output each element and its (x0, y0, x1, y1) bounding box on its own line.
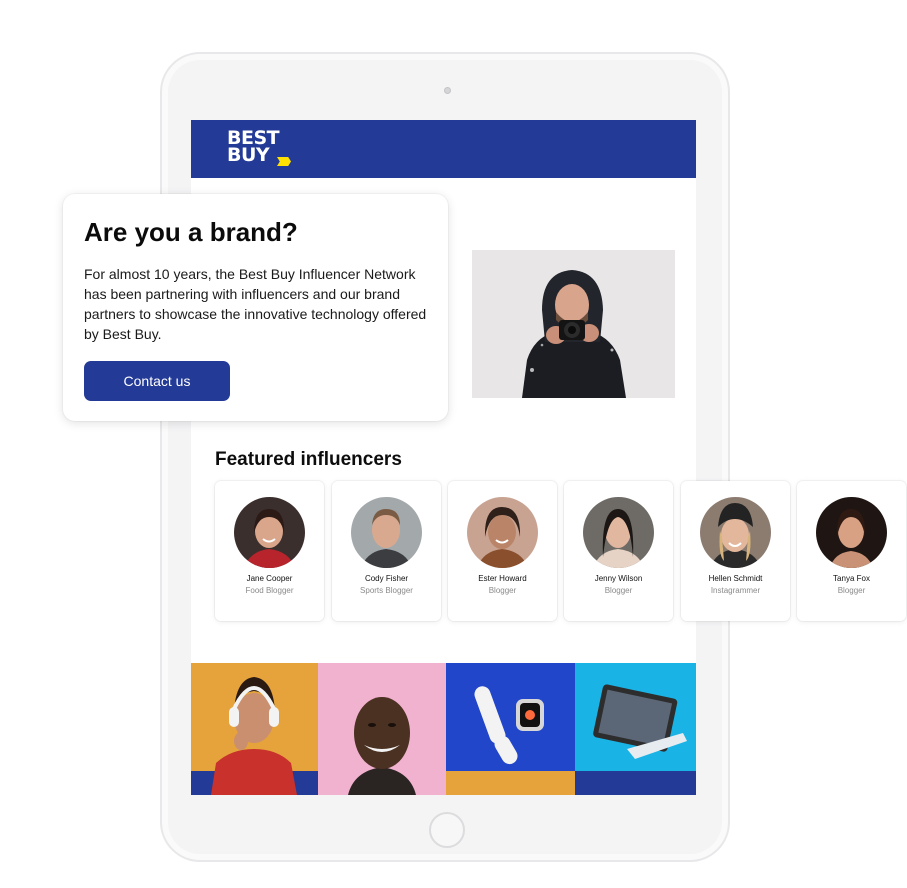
avatar (700, 497, 771, 568)
brand-callout-card: Are you a brand? For almost 10 years, th… (63, 194, 448, 421)
influencer-name: Cody Fisher (364, 574, 409, 583)
smartwatch-image (446, 663, 575, 795)
tablet-product-image (575, 663, 696, 795)
brand-card-title: Are you a brand? (84, 217, 298, 247)
influencer-name: Jane Cooper (246, 574, 293, 583)
avatar (583, 497, 654, 568)
influencer-card[interactable]: Cody Fisher Sports Blogger (332, 481, 441, 621)
influencer-role: Instagrammer (710, 586, 761, 595)
influencer-card[interactable]: Jane Cooper Food Blogger (215, 481, 324, 621)
influencer-name: Jenny Wilson (594, 574, 643, 583)
smiling-man-image (318, 663, 446, 795)
product-image-strip (191, 663, 696, 795)
hero-photographer-image (472, 250, 675, 398)
influencer-name: Ester Howard (478, 574, 527, 583)
influencer-card[interactable]: Jenny Wilson Blogger (564, 481, 673, 621)
influencer-card[interactable]: Ester Howard Blogger (448, 481, 557, 621)
best-buy-logo[interactable]: BEST BUY (227, 129, 297, 170)
headphones-woman-image (191, 663, 318, 795)
site-header: BEST BUY (191, 120, 696, 178)
influencer-name: Tanya Fox (833, 574, 870, 583)
influencer-role: Sports Blogger (360, 586, 413, 595)
influencer-card[interactable]: Hellen Schmidt Instagrammer (681, 481, 790, 621)
influencer-role: Blogger (837, 586, 866, 595)
brand-card-description: For almost 10 years, the Best Buy Influe… (84, 266, 427, 342)
avatar (234, 497, 305, 568)
avatar (816, 497, 887, 568)
featured-influencers-heading: Featured influencers (215, 449, 402, 470)
contact-us-button[interactable]: Contact us (84, 361, 230, 401)
influencer-role: Blogger (488, 586, 517, 595)
avatar (467, 497, 538, 568)
influencer-role: Food Blogger (245, 586, 294, 595)
home-button[interactable] (429, 812, 465, 848)
influencer-card[interactable]: Tanya Fox Blogger (797, 481, 906, 621)
influencer-role: Blogger (604, 586, 633, 595)
influencer-name: Hellen Schmidt (708, 574, 763, 583)
avatar (351, 497, 422, 568)
camera-dot (444, 87, 451, 94)
